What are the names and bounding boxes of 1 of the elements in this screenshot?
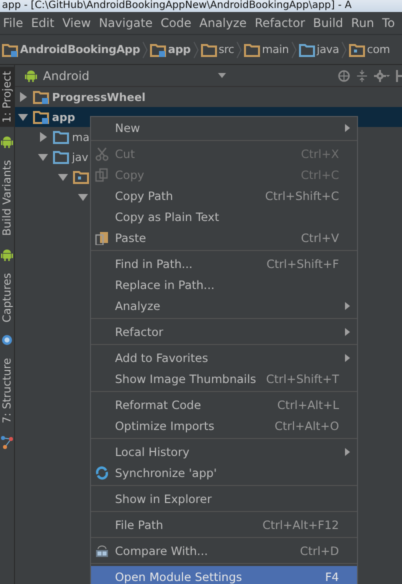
window-title: app - [C:\GitHub\AndroidBookingAppNew\AndroidBookingApp\app] - A: [1, 0, 353, 12]
